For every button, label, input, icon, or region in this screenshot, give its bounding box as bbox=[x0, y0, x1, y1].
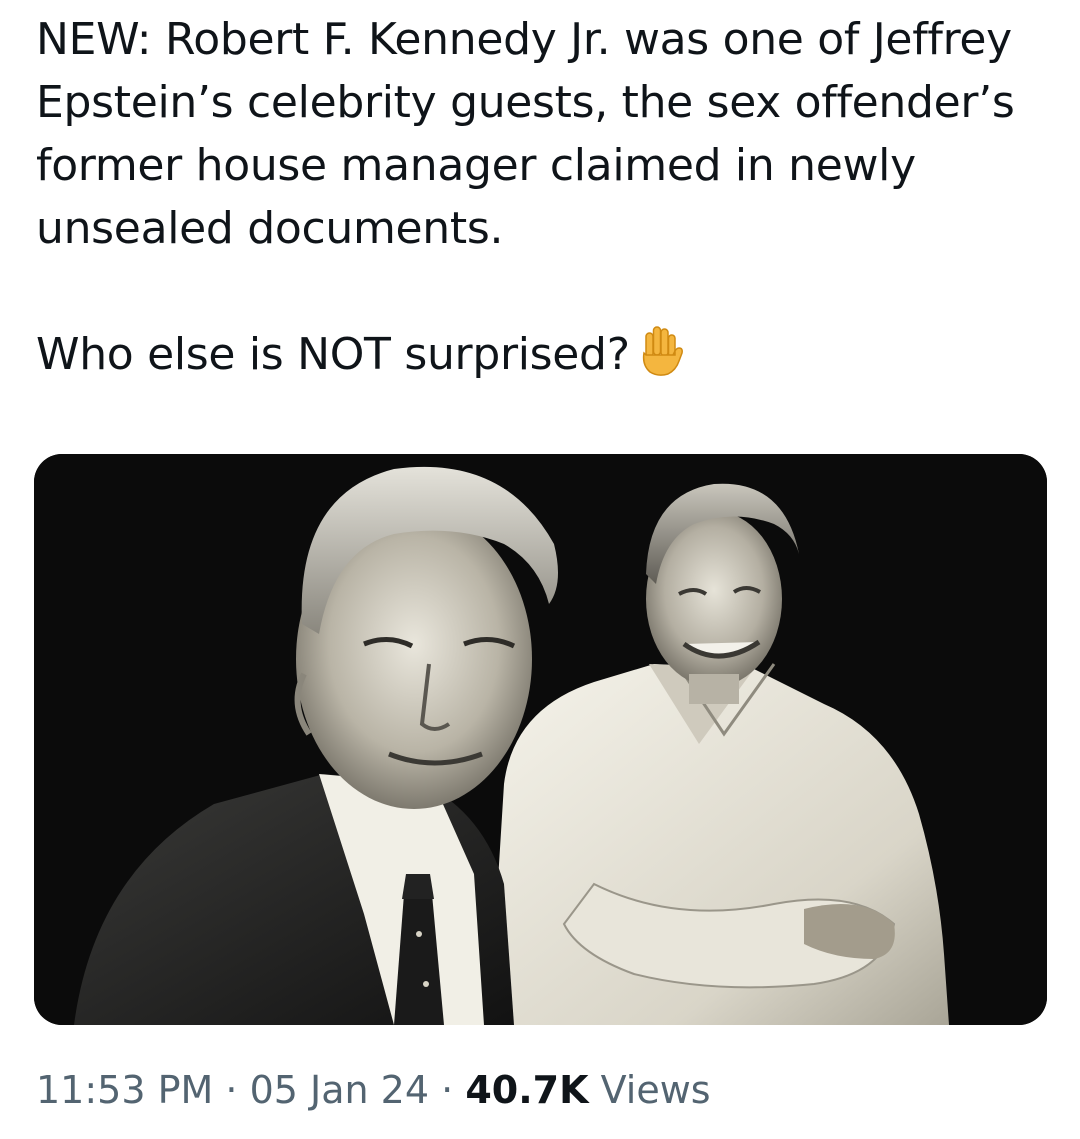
tweet-meta: 11:53 PM · 05 Jan 24 · 40.7K Views bbox=[36, 1064, 711, 1116]
meta-separator: · bbox=[441, 1068, 454, 1112]
tweet-paragraph-2: Who else is NOT surprised? bbox=[36, 323, 1046, 386]
tweet-question: Who else is NOT surprised? bbox=[36, 329, 630, 380]
meta-separator: · bbox=[225, 1068, 238, 1112]
tweet-time[interactable]: 11:53 PM bbox=[36, 1068, 213, 1112]
raised-hand-icon bbox=[638, 325, 684, 377]
tweet-date[interactable]: 05 Jan 24 bbox=[250, 1068, 429, 1112]
tweet-photo[interactable] bbox=[34, 454, 1047, 1025]
photo-image bbox=[34, 454, 1047, 1025]
tweet-text: NEW: Robert F. Kennedy Jr. was one of Je… bbox=[36, 8, 1046, 386]
views-label: Views bbox=[600, 1068, 711, 1112]
views-count: 40.7K bbox=[465, 1068, 589, 1112]
tweet-paragraph-1: NEW: Robert F. Kennedy Jr. was one of Je… bbox=[36, 14, 1015, 254]
